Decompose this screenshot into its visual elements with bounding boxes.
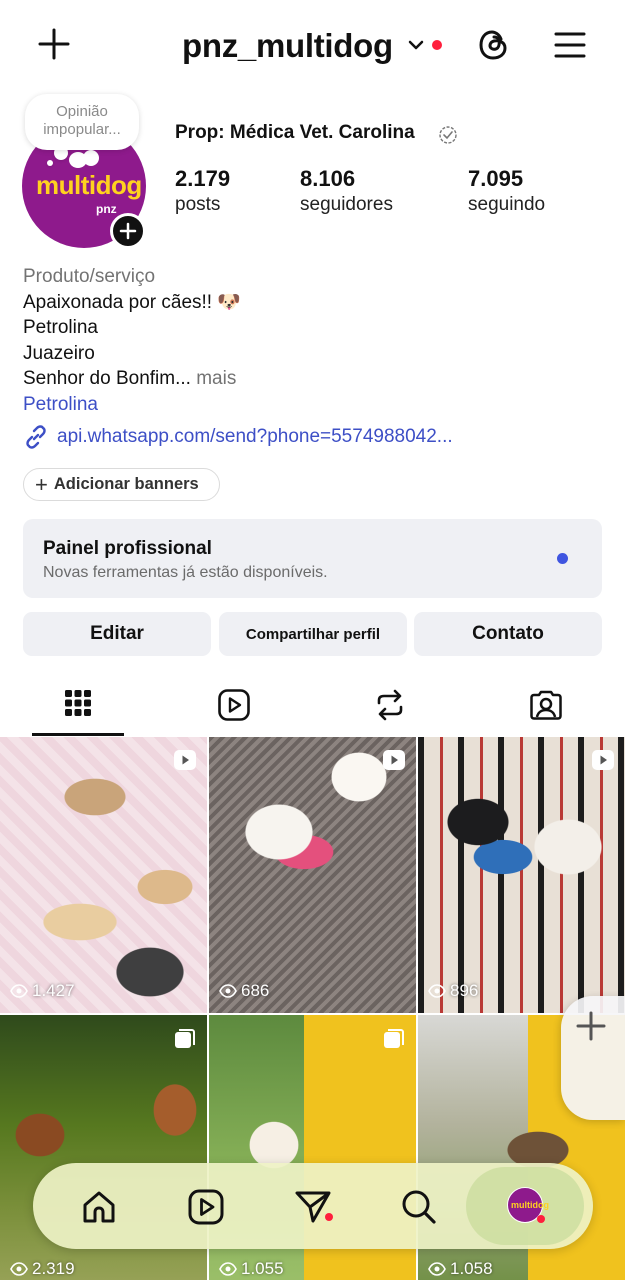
view-count-value: 1.058 <box>450 1259 493 1278</box>
chevron-down-icon[interactable] <box>407 36 425 54</box>
direct-notification-dot <box>325 1213 333 1221</box>
view-count: 1.055 <box>219 1259 284 1279</box>
carousel-badge-icon <box>175 1029 195 1048</box>
floating-create-button[interactable] <box>561 996 625 1120</box>
website-link[interactable]: api.whatsapp.com/send?phone=5574988042..… <box>23 424 453 450</box>
add-story-button[interactable] <box>110 213 146 249</box>
eye-icon <box>10 1262 28 1276</box>
grid-post[interactable]: 1.427 <box>0 737 207 1013</box>
panel-subtitle: Novas ferramentas já estão disponíveis. <box>43 564 328 581</box>
stat-followers[interactable]: 8.106 seguidores <box>300 166 393 216</box>
grid-post[interactable]: 686 <box>209 737 416 1013</box>
bottom-navigation: multidog <box>33 1163 593 1249</box>
view-count: 1.427 <box>10 981 75 1001</box>
username-title[interactable]: pnz_multidog <box>182 27 393 65</box>
menu-icon[interactable] <box>552 28 588 62</box>
bio-line: Juazeiro <box>23 342 95 364</box>
nav-avatar-logo: multidog <box>511 1200 549 1210</box>
avatar-logo-text: multidog <box>36 170 142 200</box>
bio: Produto/serviço Apaixonada por cães!! 🐶 … <box>23 264 603 418</box>
profile-category: Produto/serviço <box>23 266 156 287</box>
bio-line-last: Senhor do Bonfim... mais <box>23 366 603 392</box>
reel-badge-icon <box>383 750 405 770</box>
profile-tabs <box>0 680 625 736</box>
bio-line: Senhor do Bonfim... <box>23 368 191 390</box>
stat-following-value: 7.095 <box>468 166 524 191</box>
panel-title: Painel profissional <box>43 538 212 559</box>
bio-line: Petrolina <box>23 317 98 339</box>
notification-dot <box>432 40 442 50</box>
view-count: 1.058 <box>428 1259 493 1279</box>
reel-badge-icon <box>592 750 614 770</box>
home-icon[interactable] <box>79 1187 119 1227</box>
view-count-value: 2.319 <box>32 1259 75 1278</box>
reels-icon <box>218 689 250 721</box>
add-banners-button[interactable]: + Adicionar banners <box>23 468 220 501</box>
more-link[interactable]: mais <box>196 368 236 389</box>
share-profile-button[interactable]: Compartilhar perfil <box>219 612 407 656</box>
view-count: 896 <box>428 981 478 1001</box>
reposts-icon <box>377 689 403 721</box>
panel-notification-dot <box>557 553 568 564</box>
note-bubble[interactable]: Opinião impopular... <box>25 94 139 150</box>
stat-posts-label: posts <box>175 194 221 215</box>
plus-icon <box>119 222 137 240</box>
view-count: 2.319 <box>10 1259 75 1279</box>
stat-followers-label: seguidores <box>300 194 393 215</box>
stat-posts-value: 2.179 <box>175 166 231 191</box>
plus-icon: + <box>35 471 48 497</box>
eye-icon <box>219 984 237 998</box>
view-count-value: 1.055 <box>241 1259 284 1278</box>
view-count-value: 896 <box>450 981 479 1000</box>
tab-reels[interactable] <box>174 680 294 736</box>
threads-icon[interactable] <box>476 27 512 63</box>
carousel-badge-icon <box>384 1029 404 1048</box>
grid-icon <box>65 690 91 716</box>
tab-tagged[interactable] <box>486 680 606 736</box>
active-tab-indicator <box>32 733 124 736</box>
location-link[interactable]: Petrolina <box>23 392 603 418</box>
view-count-value: 1.427 <box>32 981 75 1000</box>
professional-dashboard[interactable]: Painel profissional Novas ferramentas já… <box>23 519 602 598</box>
avatar-logo-sub: pnz <box>96 202 117 216</box>
stat-followers-value: 8.106 <box>300 166 356 191</box>
verified-badge-icon <box>439 126 457 144</box>
reel-badge-icon <box>174 750 196 770</box>
bio-line: Apaixonada por cães!! 🐶 <box>23 291 242 313</box>
top-header: pnz_multidog <box>0 0 625 92</box>
eye-icon <box>428 1262 446 1276</box>
profile-name: Prop: Médica Vet. Carolina <box>175 122 415 143</box>
plus-icon <box>576 1011 606 1041</box>
grid-post[interactable]: 896 <box>418 737 625 1013</box>
tagged-icon <box>530 690 562 720</box>
contact-button[interactable]: Contato <box>414 612 602 656</box>
plus-icon[interactable] <box>36 26 72 62</box>
stat-posts[interactable]: 2.179 posts <box>175 166 230 216</box>
link-icon <box>26 425 46 449</box>
tab-grid[interactable] <box>18 680 138 736</box>
reels-icon[interactable] <box>186 1187 226 1227</box>
eye-icon <box>428 984 446 998</box>
note-tail-small <box>47 160 53 166</box>
tab-reposts[interactable] <box>330 680 450 736</box>
direct-icon[interactable] <box>293 1187 333 1227</box>
search-icon[interactable] <box>399 1187 439 1227</box>
eye-icon <box>219 1262 237 1276</box>
stat-following-label: seguindo <box>468 194 546 215</box>
eye-icon <box>10 984 28 998</box>
edit-profile-button[interactable]: Editar <box>23 612 211 656</box>
profile-notification-dot <box>537 1215 545 1223</box>
add-banners-label: Adicionar banners <box>53 475 199 493</box>
stat-following[interactable]: 7.095 seguindo <box>468 166 545 216</box>
website-link-text: api.whatsapp.com/send?phone=5574988042..… <box>57 426 453 447</box>
view-count: 686 <box>219 981 269 1001</box>
view-count-value: 686 <box>241 981 270 1000</box>
